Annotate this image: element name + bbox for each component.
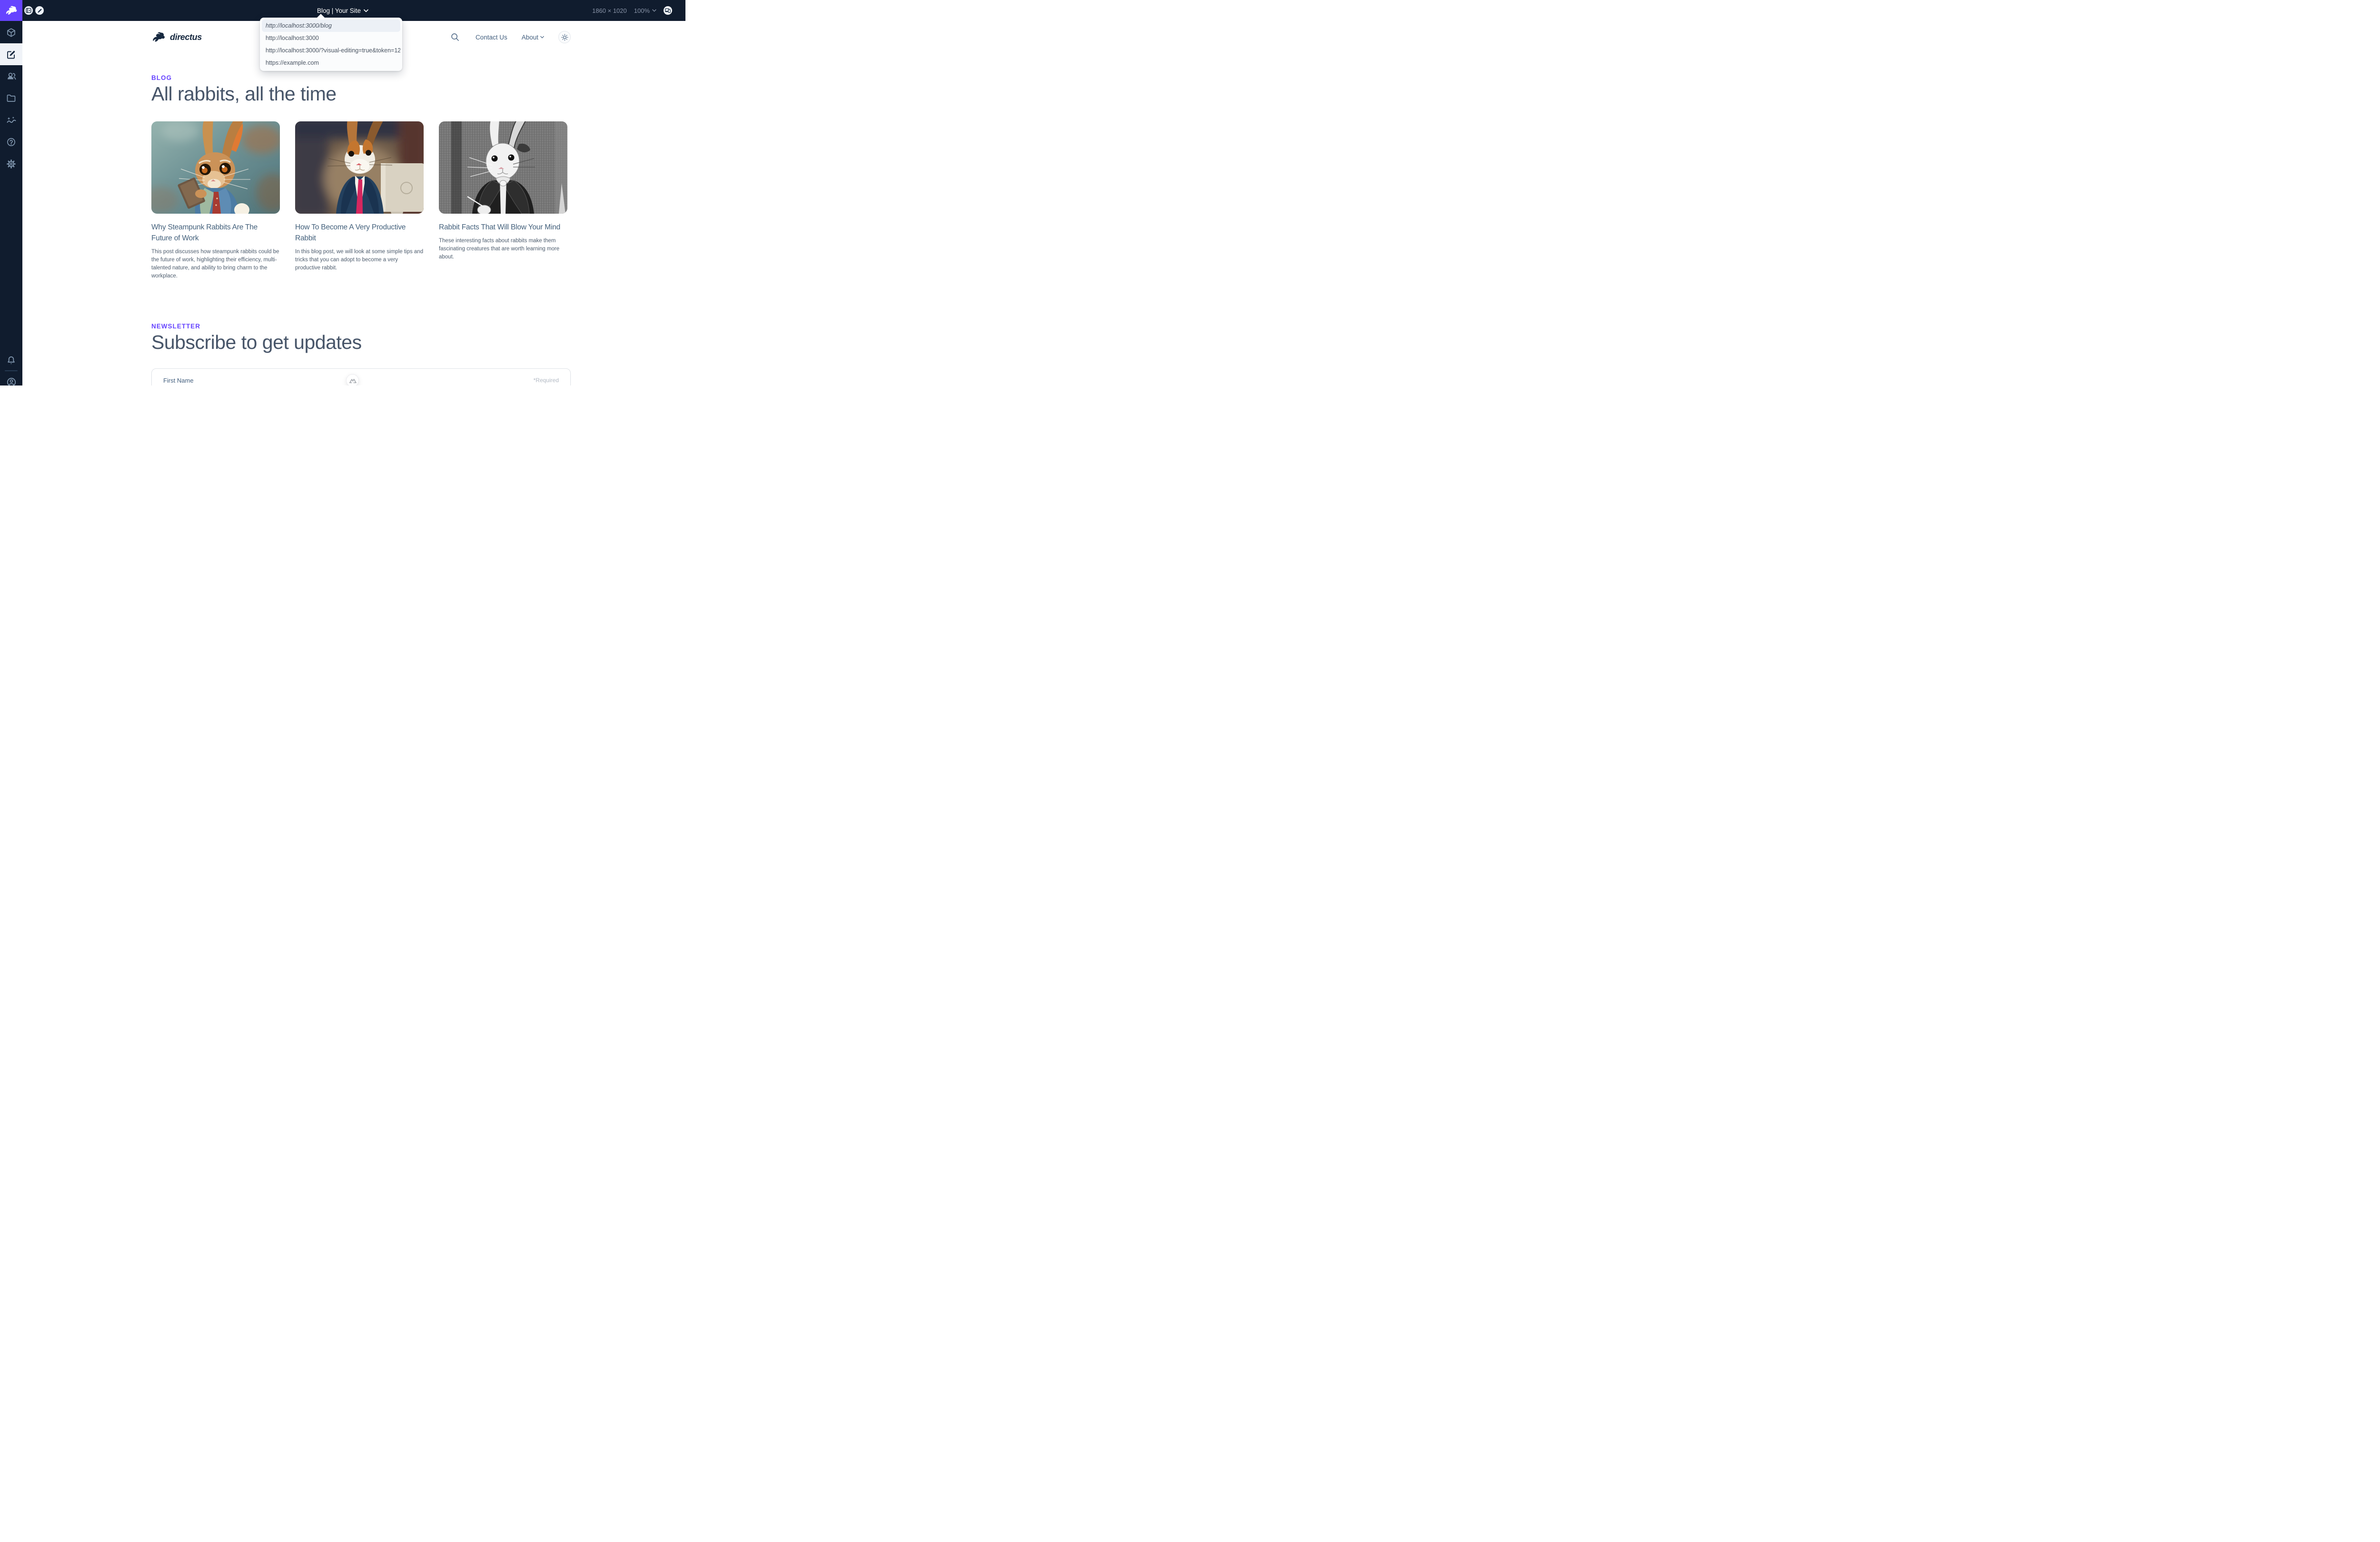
blog-eyebrow: BLOG [151, 74, 571, 81]
avatar-icon [6, 377, 17, 386]
post-description: These interesting facts about rabbits ma… [439, 237, 567, 261]
url-option-current[interactable]: http://localhost:3000/blog [262, 20, 400, 32]
first-name-label: First Name [163, 377, 194, 384]
site-logo-wordmark: directus [170, 32, 202, 42]
search-icon[interactable] [451, 33, 459, 41]
required-note: *Required [534, 377, 559, 384]
post-description: In this blog post, we will look at some … [295, 248, 424, 272]
post-image-victorian-rabbit[interactable] [439, 121, 567, 214]
newsletter-title: Subscribe to get updates [151, 331, 571, 354]
chevron-down-icon [540, 36, 544, 39]
blog-post-list: Why Steampunk Rabbits Are The Future of … [151, 121, 571, 280]
url-option[interactable]: http://localhost:3000/?visual-editing=tr… [262, 44, 400, 57]
blog-post-card: Rabbit Facts That Will Blow Your Mind Th… [439, 121, 567, 280]
box-icon [6, 28, 16, 38]
url-option[interactable]: https://example.com [262, 57, 400, 69]
chevron-down-icon [652, 9, 656, 12]
sidebar-item-insights[interactable] [0, 109, 22, 131]
post-title[interactable]: Rabbit Facts That Will Blow Your Mind [439, 222, 567, 233]
visual-editor-window: Blog | Your Site 1860 × 1020 100% [0, 0, 685, 386]
sidebar-item-content[interactable] [0, 21, 22, 43]
site-preview: directus Contact Us About [22, 21, 685, 386]
directus-rabbit-icon [151, 32, 166, 42]
edit-mode-button[interactable] [35, 6, 44, 15]
notifications-button[interactable] [0, 349, 22, 371]
blog-post-card: Why Steampunk Rabbits Are The Future of … [151, 121, 280, 280]
edit-square-icon [6, 49, 16, 59]
nav-about[interactable]: About [522, 34, 544, 41]
site-logo[interactable]: directus [151, 32, 202, 42]
folder-icon [6, 93, 16, 103]
post-title[interactable]: How To Become A Very Productive Rabbit [295, 222, 408, 244]
edit-mode-icon [37, 8, 42, 13]
theme-toggle-button[interactable] [558, 31, 571, 43]
sidebar-item-visual-editor[interactable] [0, 43, 22, 65]
settings-icon [6, 159, 16, 169]
blog-page-title: All rabbits, all the time [151, 83, 571, 105]
newsletter-form: First Name *Required [151, 368, 571, 386]
sun-icon [561, 34, 568, 41]
sidebar-item-users[interactable] [0, 65, 22, 87]
sidebar-item-files[interactable] [0, 87, 22, 109]
collapse-sidebar-icon [26, 8, 31, 13]
zoom-level-value: 100% [634, 7, 650, 14]
help-icon [6, 137, 16, 147]
url-dropdown-menu: http://localhost:3000/blog http://localh… [260, 18, 402, 71]
sidebar-item-settings[interactable] [0, 153, 22, 175]
post-description: This post discusses how steampunk rabbit… [151, 248, 280, 280]
nuxt-mountain-icon [349, 378, 357, 383]
post-image-steampunk-rabbit[interactable] [151, 121, 280, 214]
nav-contact-us[interactable]: Contact Us [476, 34, 507, 41]
insights-icon [6, 115, 17, 125]
post-image-business-rabbit[interactable] [295, 121, 424, 214]
device-preview-button[interactable] [664, 6, 672, 15]
post-title[interactable]: Why Steampunk Rabbits Are The Future of … [151, 222, 265, 244]
nav-about-label: About [522, 34, 538, 41]
users-icon [6, 71, 17, 81]
directus-logo-button[interactable] [0, 0, 22, 21]
account-button[interactable] [0, 371, 22, 386]
dropdown-caret [317, 14, 325, 18]
newsletter-eyebrow: NEWSLETTER [151, 323, 571, 330]
directus-rabbit-icon [5, 6, 18, 15]
sidebar-item-help[interactable] [0, 131, 22, 153]
bell-icon [6, 356, 16, 366]
zoom-level-menu[interactable]: 100% [634, 7, 656, 14]
blog-post-card: How To Become A Very Productive Rabbit I… [295, 121, 424, 280]
devices-icon [665, 8, 671, 13]
topbar-right-cluster: 1860 × 1020 100% [592, 0, 672, 21]
nuxt-badge-button[interactable] [346, 374, 359, 386]
chevron-down-icon [364, 9, 368, 12]
viewport-size-label: 1860 × 1020 [592, 7, 627, 14]
url-option[interactable]: http://localhost:3000 [262, 32, 400, 44]
site-nav: Contact Us About [451, 31, 571, 43]
page-title: Blog | Your Site [317, 7, 361, 14]
admin-module-bar [0, 21, 22, 386]
collapse-sidebar-button[interactable] [24, 6, 33, 15]
